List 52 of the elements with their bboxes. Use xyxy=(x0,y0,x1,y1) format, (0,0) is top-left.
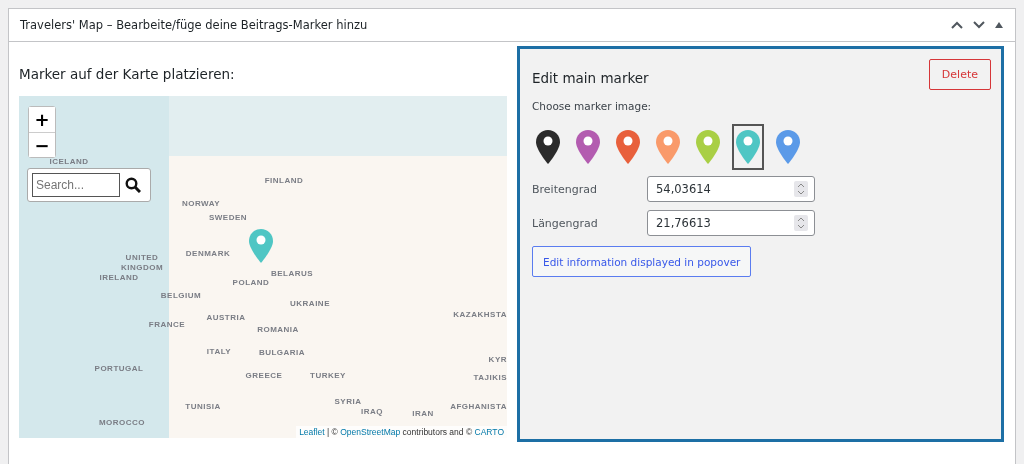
attribution-link[interactable]: OpenStreetMap xyxy=(340,427,401,437)
country-label: ROMANIA xyxy=(257,324,299,334)
country-label: ICELAND xyxy=(49,156,89,166)
metabox-title: Travelers' Map – Bearbeite/füge deine Beitrags-Marker hinzu xyxy=(20,18,368,32)
country-label: KAZAKHSTA xyxy=(453,309,507,319)
spinner-icon[interactable] xyxy=(794,181,808,197)
map-heading: Marker auf der Karte platzieren: xyxy=(19,66,236,82)
zoom-out-button[interactable]: − xyxy=(29,132,55,157)
country-label: KINGDOM xyxy=(120,262,164,272)
map-attribution: Leaflet | © OpenStreetMap contributors and © CARTO xyxy=(296,426,507,438)
country-label: KYR xyxy=(488,354,507,364)
collapse-icon[interactable] xyxy=(995,22,1003,28)
country-label: NORWAY xyxy=(181,198,221,208)
country-label: BULGARIA xyxy=(258,347,306,357)
country-label: PORTUGAL xyxy=(94,363,144,373)
country-label: GREECE xyxy=(245,370,283,380)
marker-image-label: Choose marker image: xyxy=(532,100,653,112)
search-icon[interactable] xyxy=(125,177,141,193)
edit-popover-button[interactable]: Edit information displayed in popover xyxy=(532,246,752,277)
country-label: POLAND xyxy=(232,277,270,287)
field-label: Breitengrad xyxy=(532,182,598,196)
move-up-icon[interactable] xyxy=(951,21,963,29)
panel-title: Edit main marker xyxy=(532,70,649,86)
move-down-icon[interactable] xyxy=(973,21,985,29)
number-field[interactable]: 54,03614 xyxy=(647,176,815,202)
country-label: TAJIKIS xyxy=(473,372,507,382)
country-label: FRANCE xyxy=(148,319,186,329)
country-label: UKRAINE xyxy=(290,298,330,308)
country-label: TUNISIA xyxy=(185,401,221,411)
country-label: DENMARK xyxy=(185,248,231,258)
country-label: MOROCCO xyxy=(98,417,146,427)
country-label: SYRIA xyxy=(334,396,362,406)
country-label: ITALY xyxy=(206,346,232,356)
country-label: IRELAND xyxy=(99,272,139,282)
field-label: Längengrad xyxy=(532,216,599,230)
spinner-icon[interactable] xyxy=(794,215,808,231)
attribution-link[interactable]: Leaflet xyxy=(299,427,325,437)
marker-option[interactable] xyxy=(732,124,764,170)
country-label: FINLAND xyxy=(264,175,304,185)
country-label: UNITED xyxy=(125,252,159,262)
country-label: TURKEY xyxy=(310,370,346,380)
number-field[interactable]: 21,76613 xyxy=(647,210,815,236)
country-label: IRAQ xyxy=(361,406,383,416)
country-label: AFGHANISTA xyxy=(450,401,507,411)
country-label: IRAN xyxy=(412,408,434,418)
attribution-link[interactable]: CARTO xyxy=(474,427,504,437)
country-label: BELGIUM xyxy=(160,290,202,300)
delete-button[interactable]: Delete xyxy=(928,59,991,90)
search-field[interactable]: Search... xyxy=(32,173,120,197)
country-label: SWEDEN xyxy=(208,212,248,222)
country-label: AUSTRIA xyxy=(206,312,246,322)
country-label: BELARUS xyxy=(270,268,314,278)
